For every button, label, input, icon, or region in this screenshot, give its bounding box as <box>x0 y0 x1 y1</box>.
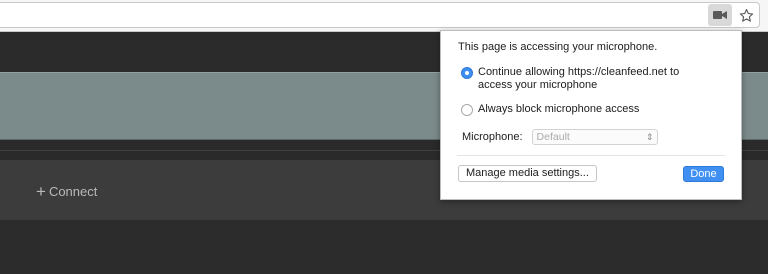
popup-divider <box>457 155 725 156</box>
browser-toolbar <box>0 0 768 32</box>
popup-title: This page is accessing your microphone. <box>458 41 658 53</box>
microphone-row: Microphone: Default ⇕ <box>462 129 658 145</box>
bookmark-star-icon[interactable] <box>736 5 756 25</box>
connect-button[interactable]: + Connect <box>36 181 97 201</box>
microphone-permission-popup: This page is accessing your microphone. … <box>440 30 742 200</box>
address-bar[interactable] <box>0 2 760 28</box>
radio-allow-label-line2: access your microphone <box>478 79 598 91</box>
page-footer-band <box>0 220 768 274</box>
select-arrows-icon: ⇕ <box>646 132 654 142</box>
video-camera-icon[interactable] <box>708 4 732 26</box>
microphone-select-value: Default <box>536 131 570 143</box>
radio-selected-icon[interactable] <box>461 67 473 79</box>
plus-icon: + <box>36 181 46 201</box>
radio-unselected-icon[interactable] <box>461 104 473 116</box>
radio-allow-label-line1: Continue allowing https://cleanfeed.net … <box>478 66 680 78</box>
radio-block-label: Always block microphone access <box>478 103 640 115</box>
connect-label: Connect <box>48 183 98 199</box>
manage-media-settings-button[interactable]: Manage media settings... <box>458 165 597 182</box>
microphone-label: Microphone: <box>462 131 523 143</box>
radio-continue-allowing[interactable]: Continue allowing https://cleanfeed.net … <box>461 66 679 92</box>
microphone-select[interactable]: Default ⇕ <box>531 129 658 145</box>
done-button[interactable]: Done <box>683 166 724 182</box>
radio-always-block[interactable]: Always block microphone access <box>461 103 639 116</box>
